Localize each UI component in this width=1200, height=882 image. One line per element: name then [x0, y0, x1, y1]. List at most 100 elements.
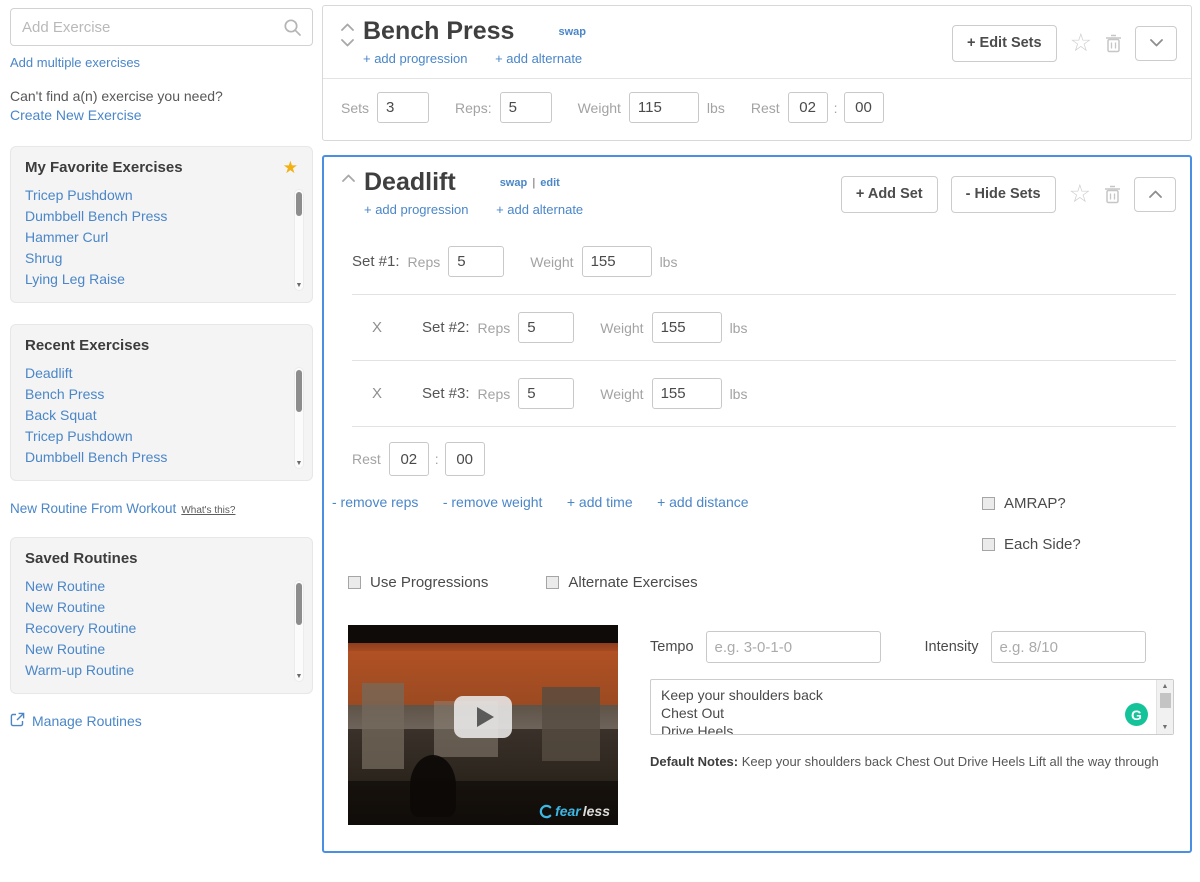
- favorites-scrollbar[interactable]: ▼: [294, 189, 304, 291]
- scroll-down-arrow-icon[interactable]: ▼: [295, 672, 303, 681]
- swap-exercise-link[interactable]: swap: [558, 26, 586, 38]
- intensity-input[interactable]: [990, 631, 1146, 663]
- rest-row: Rest :: [324, 427, 1190, 484]
- set2-weight-input[interactable]: [651, 312, 722, 343]
- trash-icon[interactable]: [1105, 34, 1122, 53]
- favorites-list: Tricep Pushdown Dumbbell Bench Press Ham…: [25, 185, 298, 290]
- scroll-down-arrow-icon[interactable]: ▼: [295, 281, 303, 290]
- manage-routines-link[interactable]: Manage Routines: [32, 713, 142, 729]
- add-alternate-link[interactable]: + add alternate: [495, 51, 582, 66]
- checkbox-icon[interactable]: [546, 576, 560, 589]
- search-icon[interactable]: [283, 18, 302, 42]
- deadlift-rest-sec-input[interactable]: [444, 442, 485, 476]
- recent-exercise-link[interactable]: Tricep Pushdown: [25, 428, 133, 444]
- recent-scrollbar[interactable]: ▼: [294, 367, 304, 469]
- saved-routines-title: Saved Routines: [25, 550, 138, 567]
- favorite-exercise-link[interactable]: Tricep Pushdown: [25, 187, 133, 203]
- add-progression-link[interactable]: + add progression: [364, 202, 468, 217]
- remove-set-button[interactable]: X: [370, 319, 384, 336]
- create-new-exercise-link[interactable]: Create New Exercise: [10, 107, 142, 123]
- bench-rest-min-input[interactable]: [787, 92, 828, 123]
- scrollbar-thumb[interactable]: [296, 370, 302, 412]
- set3-weight-input[interactable]: [651, 378, 722, 409]
- favorite-star-icon[interactable]: ☆: [1069, 181, 1091, 207]
- recent-exercise-link[interactable]: Bench Press: [25, 386, 104, 402]
- swap-exercise-link[interactable]: swap: [500, 177, 528, 189]
- edit-exercise-link[interactable]: edit: [540, 177, 560, 189]
- saved-routine-link[interactable]: Recovery Routine: [25, 620, 136, 636]
- alternate-exercises-checkbox[interactable]: Alternate Exercises: [546, 574, 698, 591]
- bench-rest-sec-input[interactable]: [843, 92, 884, 123]
- amrap-checkbox[interactable]: AMRAP?: [982, 495, 1190, 512]
- amrap-label: AMRAP?: [1004, 495, 1066, 512]
- whats-this-link[interactable]: What's this?: [181, 505, 235, 516]
- saved-routine-link[interactable]: New Routine: [25, 599, 105, 615]
- scrollbar-thumb[interactable]: [296, 583, 302, 625]
- favorite-star-icon[interactable]: ☆: [1070, 30, 1092, 56]
- checkbox-icon[interactable]: [982, 538, 995, 551]
- sets-label: Sets: [341, 99, 370, 116]
- checkbox-icon[interactable]: [348, 576, 361, 589]
- weight-label: Weight: [600, 319, 644, 336]
- hide-sets-button[interactable]: - Hide Sets: [950, 175, 1056, 213]
- trash-icon[interactable]: [1104, 185, 1121, 204]
- scrollbar-thumb[interactable]: [296, 192, 302, 216]
- each-side-checkbox[interactable]: Each Side?: [982, 536, 1190, 553]
- notes-scrollbar[interactable]: ▲ ▼: [1156, 680, 1173, 734]
- collapse-card-button[interactable]: [1135, 25, 1177, 61]
- add-set-button[interactable]: + Add Set: [840, 175, 938, 213]
- search-input[interactable]: [10, 8, 313, 46]
- move-down-icon[interactable]: [335, 39, 359, 47]
- add-progression-link[interactable]: + add progression: [363, 51, 467, 66]
- saved-routine-link[interactable]: New Routine: [25, 641, 105, 657]
- add-alternate-link[interactable]: + add alternate: [496, 202, 583, 217]
- fearless-logo: fear less: [538, 803, 610, 819]
- bench-weight-input[interactable]: [628, 92, 699, 123]
- deadlift-rest-min-input[interactable]: [388, 442, 429, 476]
- favorite-exercise-link[interactable]: Lying Leg Raise: [25, 271, 125, 287]
- external-link-icon: [10, 712, 25, 730]
- recent-exercise-link[interactable]: Back Squat: [25, 407, 97, 423]
- scrollbar-thumb[interactable]: [1159, 693, 1171, 708]
- add-time-link[interactable]: + add time: [567, 494, 633, 510]
- move-up-icon[interactable]: [336, 174, 360, 182]
- new-routine-from-workout-link[interactable]: New Routine From Workout: [10, 501, 176, 516]
- checkbox-icon[interactable]: [982, 497, 995, 510]
- saved-routine-link[interactable]: Warm-up Routine: [25, 662, 134, 678]
- set1-weight-input[interactable]: [581, 246, 652, 277]
- saved-routines-scrollbar[interactable]: ▼: [294, 580, 304, 682]
- exercise-video-thumbnail[interactable]: fear less: [348, 625, 618, 825]
- add-multiple-exercises-link[interactable]: Add multiple exercises: [10, 55, 140, 70]
- scroll-down-arrow-icon[interactable]: ▼: [1162, 723, 1169, 732]
- use-progressions-checkbox[interactable]: Use Progressions: [348, 574, 488, 591]
- recent-exercise-link[interactable]: Dumbbell Bench Press: [25, 449, 167, 465]
- remove-set-button[interactable]: X: [370, 385, 384, 402]
- use-progressions-label: Use Progressions: [370, 574, 489, 591]
- remove-reps-link[interactable]: - remove reps: [332, 494, 418, 510]
- recent-panel: Recent Exercises Deadlift Bench Press Ba…: [10, 324, 313, 481]
- saved-routine-link[interactable]: New Routine: [25, 578, 105, 594]
- play-icon[interactable]: [454, 696, 512, 738]
- favorite-exercise-link[interactable]: Dumbbell Bench Press: [25, 208, 167, 224]
- edit-sets-button[interactable]: + Edit Sets: [952, 24, 1057, 62]
- grammarly-icon[interactable]: G: [1125, 703, 1148, 726]
- bench-sets-input[interactable]: [377, 92, 430, 123]
- favorite-exercise-link[interactable]: Shrug: [25, 250, 62, 266]
- recent-exercise-link[interactable]: Deadlift: [25, 365, 72, 381]
- move-up-icon[interactable]: [335, 23, 359, 31]
- tempo-input[interactable]: [705, 631, 881, 663]
- remove-weight-link[interactable]: - remove weight: [443, 494, 543, 510]
- set3-reps-input[interactable]: [518, 378, 575, 409]
- set-row: X Set #2: Reps Weight lbs: [324, 295, 1190, 360]
- lbs-label: lbs: [729, 319, 748, 336]
- scroll-up-arrow-icon[interactable]: ▲: [1162, 682, 1169, 691]
- add-distance-link[interactable]: + add distance: [657, 494, 748, 510]
- bench-reps-input[interactable]: [499, 92, 552, 123]
- scroll-down-arrow-icon[interactable]: ▼: [295, 459, 303, 468]
- set2-reps-input[interactable]: [518, 312, 575, 343]
- notes-textarea[interactable]: Keep your shoulders back Chest Out Drive…: [650, 679, 1174, 735]
- favorite-exercise-link[interactable]: Hammer Curl: [25, 229, 108, 245]
- set1-reps-input[interactable]: [448, 246, 505, 277]
- collapse-card-button[interactable]: [1134, 176, 1176, 212]
- default-notes: Default Notes: Keep your shoulders back …: [650, 753, 1174, 770]
